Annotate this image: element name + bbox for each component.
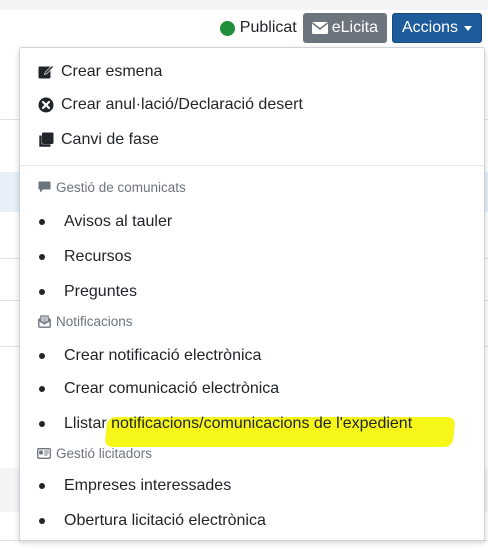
menu-section-header: Notificacions <box>20 310 484 332</box>
menu-item-label: Preguntes <box>64 283 137 300</box>
menu-item-crear-anullacio[interactable]: Crear anul·lació/Declaració desert <box>20 90 484 120</box>
menu-divider <box>20 165 484 166</box>
menu-item-label: Llistar notificacions/comunicacions de l… <box>64 415 413 432</box>
envelope-open-text-icon <box>37 314 51 328</box>
accions-dropdown-button[interactable]: Accions <box>391 13 482 43</box>
section-header-label: Gestió de comunicats <box>56 179 186 195</box>
menu-item-avisos-al-tauler[interactable]: Avisos al tauler <box>20 207 484 237</box>
menu-section-header: Gestió licitadors <box>20 442 484 464</box>
menu-item-llistar-notificacions[interactable]: Llistar notificacions/comunicacions de l… <box>20 409 484 439</box>
page-background-row <box>0 0 488 10</box>
status-label: Publicat <box>239 19 297 36</box>
menu-item-label: Empreses interessades <box>64 477 232 494</box>
bullet-icon <box>39 289 45 295</box>
bullet-icon <box>39 421 45 427</box>
edit-square-icon <box>37 63 55 81</box>
section-header-label: Gestió licitadors <box>56 445 153 461</box>
status-indicator: Publicat <box>219 19 297 37</box>
action-toolbar: Publicat eLicita Accions <box>219 12 482 44</box>
status-dot-icon <box>219 20 235 36</box>
menu-item-label: Crear comunicació electrònica <box>64 380 280 397</box>
menu-item-label: Crear esmena <box>61 63 163 80</box>
bullet-icon <box>39 386 45 392</box>
times-circle-icon <box>37 96 55 114</box>
bullet-icon <box>39 254 45 260</box>
menu-item-crear-notificacio[interactable]: Crear notificació electrònica <box>20 341 484 371</box>
menu-item-recursos[interactable]: Recursos <box>20 242 484 272</box>
bullet-icon <box>39 483 45 489</box>
menu-item-crear-comunicacio[interactable]: Crear comunicació electrònica <box>20 374 484 404</box>
menu-item-label: Obertura licitació electrònica <box>64 512 266 529</box>
accions-dropdown-menu: Crear esmena Crear anul·lació/Declaració… <box>19 47 485 541</box>
clone-icon <box>37 131 55 149</box>
section-header-label: Notificacions <box>56 313 133 329</box>
bullet-icon <box>39 219 45 225</box>
menu-item-label: Canvi de fase <box>61 131 159 148</box>
envelope-icon <box>311 22 328 34</box>
id-card-icon <box>37 446 51 460</box>
menu-item-preguntes[interactable]: Preguntes <box>20 277 484 307</box>
caret-down-icon <box>464 25 472 31</box>
menu-item-label: Recursos <box>64 248 132 265</box>
comment-icon <box>37 180 51 194</box>
menu-item-canvi-de-fase[interactable]: Canvi de fase <box>20 125 484 155</box>
menu-item-crear-esmena[interactable]: Crear esmena <box>20 57 484 87</box>
menu-item-label: Avisos al tauler <box>64 213 173 230</box>
bullet-icon <box>39 518 45 524</box>
menu-item-label: Crear anul·lació/Declaració desert <box>61 96 303 113</box>
elicita-label: eLicita <box>331 19 378 36</box>
accions-label: Accions <box>401 19 458 36</box>
menu-section-header: Gestió de comunicats <box>20 176 484 198</box>
bullet-icon <box>39 353 45 359</box>
menu-item-obertura-licitacio[interactable]: Obertura licitació electrònica <box>20 506 484 536</box>
menu-item-empreses-interessades[interactable]: Empreses interessades <box>20 471 484 501</box>
elicita-button[interactable]: eLicita <box>302 13 387 43</box>
menu-item-label: Crear notificació electrònica <box>64 347 262 364</box>
